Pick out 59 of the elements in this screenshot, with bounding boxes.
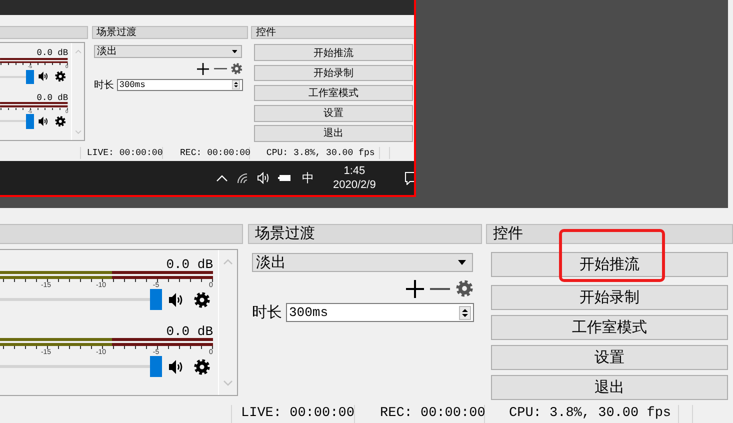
spin-arrows-icon[interactable] xyxy=(459,306,471,320)
battery-icon[interactable] xyxy=(278,174,291,182)
duration-label: 时长 xyxy=(94,78,114,92)
slider-thumb[interactable] xyxy=(150,289,162,310)
slider-thumb[interactable] xyxy=(26,114,34,128)
transition-dropdown[interactable]: 淡出 xyxy=(94,45,242,58)
control-button[interactable]: 工作室模式 xyxy=(491,315,728,340)
gear-icon[interactable] xyxy=(230,63,242,75)
control-button[interactable]: 退出 xyxy=(254,124,414,142)
status-text: REC: 00:00:00 xyxy=(380,406,486,421)
transition-dropdown[interactable]: 淡出 xyxy=(252,253,473,272)
speaker-icon[interactable] xyxy=(38,116,49,127)
slider-thumb[interactable] xyxy=(150,356,162,377)
control-button[interactable]: 设置 xyxy=(491,345,728,370)
status-text: REC: 00:00:00 xyxy=(180,146,250,158)
control-button[interactable]: 开始录制 xyxy=(491,285,728,310)
minus-icon[interactable] xyxy=(214,68,227,70)
db-reading: 0.0 dB xyxy=(166,325,213,338)
control-button[interactable]: 开始录制 xyxy=(254,64,414,82)
gear-icon[interactable] xyxy=(456,280,473,297)
clock-time[interactable]: 1:45 xyxy=(344,164,366,178)
control-button[interactable]: 设置 xyxy=(254,104,414,122)
panel-header: 场景过渡 xyxy=(248,224,482,244)
control-button[interactable]: 工作室模式 xyxy=(254,84,414,102)
status-text: CPU: 3.8%, 30.00 fps xyxy=(266,146,375,158)
db-reading: 0.0 dB xyxy=(36,94,68,102)
panel-header: 控件 xyxy=(250,26,414,40)
panel-header: 控件 xyxy=(486,224,733,244)
status-text: LIVE: 00:00:00 xyxy=(86,146,163,158)
duration-label: 时长 xyxy=(252,303,282,322)
caret-icon xyxy=(232,50,238,54)
panel-header: 场景过渡 xyxy=(92,26,248,40)
status-text: LIVE: 00:00:00 xyxy=(241,406,354,421)
speaker-icon[interactable] xyxy=(168,358,184,374)
plus-icon[interactable] xyxy=(197,62,210,75)
gear-icon[interactable] xyxy=(194,292,210,308)
speaker-icon[interactable] xyxy=(38,71,49,82)
status-text: CPU: 3.8%, 30.00 fps xyxy=(509,406,672,421)
db-reading: 0.0 dB xyxy=(166,258,213,271)
control-button[interactable]: 开始推流 xyxy=(254,44,414,62)
duration-field[interactable]: 300ms xyxy=(116,78,243,92)
control-button[interactable]: 退出 xyxy=(491,375,728,400)
minus-icon[interactable] xyxy=(430,288,450,290)
control-button[interactable]: 开始推流 xyxy=(491,252,728,277)
gear-icon[interactable] xyxy=(55,71,66,82)
notification-icon[interactable] xyxy=(404,172,414,185)
wifi-icon[interactable] xyxy=(237,172,248,184)
speaker-icon[interactable] xyxy=(257,172,269,184)
slider-thumb[interactable] xyxy=(26,70,34,84)
input-method-indicator[interactable]: 中 xyxy=(302,170,314,187)
gear-icon[interactable] xyxy=(55,116,66,127)
db-reading: 0.0 dB xyxy=(36,48,68,58)
clock-date[interactable]: 2020/2/9 xyxy=(333,178,376,192)
spin-arrows-icon[interactable] xyxy=(232,80,241,90)
caret-icon xyxy=(458,260,466,265)
duration-field[interactable]: 300ms xyxy=(286,303,474,322)
speaker-icon[interactable] xyxy=(168,292,184,308)
plus-icon[interactable] xyxy=(406,280,424,298)
gear-icon[interactable] xyxy=(194,358,210,374)
